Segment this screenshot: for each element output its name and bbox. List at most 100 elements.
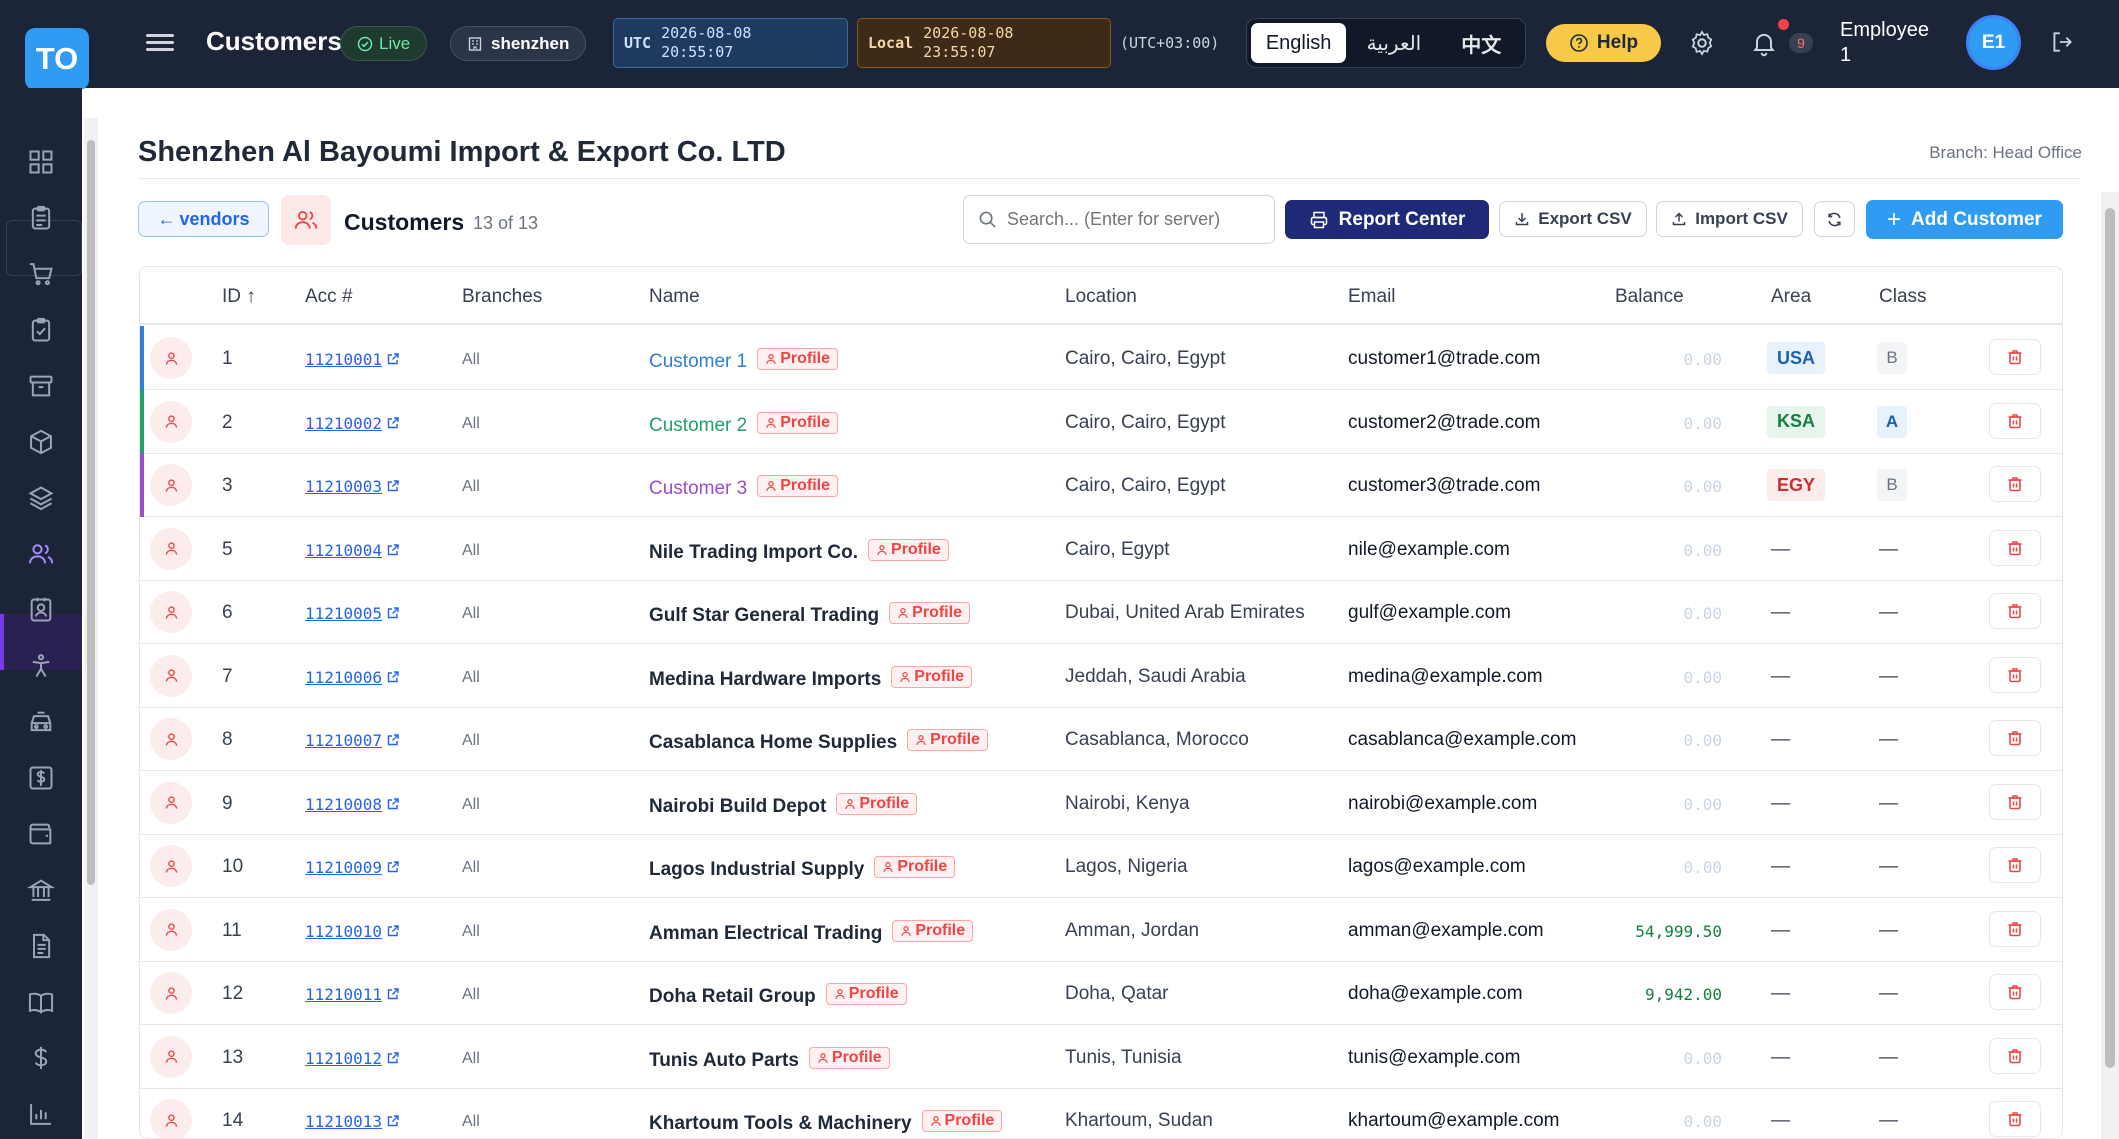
refresh-button[interactable]: [1814, 201, 1855, 237]
archive-icon[interactable]: [20, 365, 62, 407]
table-row[interactable]: 8 11210007 All Casablanca Home Supplies Prof…: [140, 707, 2062, 771]
lang-arabic[interactable]: العربية: [1350, 23, 1437, 63]
main-scroll-thumb[interactable]: [2105, 208, 2115, 1068]
col-location[interactable]: Location: [1065, 286, 1137, 308]
row-avatar[interactable]: [150, 337, 192, 379]
bell-icon[interactable]: [1750, 29, 1778, 57]
add-customer-button[interactable]: + Add Customer: [1866, 200, 2063, 239]
cell-acc-link[interactable]: 11210005: [305, 604, 400, 623]
cell-acc-link[interactable]: 11210010: [305, 922, 400, 941]
gear-icon[interactable]: [1688, 29, 1716, 57]
lang-chinese[interactable]: 中文: [1442, 23, 1521, 63]
col-branches[interactable]: Branches: [462, 286, 542, 308]
branch-selector[interactable]: shenzhen: [450, 26, 587, 61]
dollar-doc-icon[interactable]: [20, 757, 62, 799]
user-name[interactable]: Employee 1: [1840, 18, 1929, 68]
row-avatar[interactable]: [150, 718, 192, 760]
delete-button[interactable]: [1989, 783, 2041, 820]
checklist-icon[interactable]: [20, 309, 62, 351]
customer-name[interactable]: Medina Hardware Imports: [649, 669, 881, 690]
profile-button[interactable]: Profile: [874, 856, 956, 878]
profile-button[interactable]: Profile: [891, 665, 973, 688]
row-avatar[interactable]: [150, 464, 192, 506]
customer-name[interactable]: Customer 3: [649, 478, 747, 499]
book-icon[interactable]: [20, 981, 62, 1023]
table-row[interactable]: 14 11210013 All Khartoum Tools & Machinery P…: [140, 1088, 2062, 1138]
table-row[interactable]: 9 11210008 All Nairobi Build Depot Profile Na…: [140, 771, 2062, 835]
table-row[interactable]: 6 11210005 All Gulf Star General Trading Pro…: [140, 580, 2062, 644]
cell-acc-link[interactable]: 11210009: [305, 858, 400, 877]
customer-name[interactable]: Customer 2: [649, 415, 747, 436]
row-avatar[interactable]: [150, 1099, 192, 1138]
delete-button[interactable]: [1989, 720, 2041, 756]
profile-button[interactable]: Profile: [907, 729, 988, 751]
cell-acc-link[interactable]: 11210003: [305, 477, 400, 496]
logout-icon[interactable]: [2049, 29, 2075, 55]
row-avatar[interactable]: [150, 1035, 192, 1078]
report-center-button[interactable]: Report Center: [1285, 200, 1489, 239]
table-row[interactable]: 11 11210010 All Amman Electrical Trading Pro…: [140, 898, 2062, 962]
table-row[interactable]: 3 11210003 All Customer 3 Profile Cairo, Cair…: [140, 453, 2062, 517]
row-avatar[interactable]: [150, 908, 192, 951]
cart-icon[interactable]: [20, 253, 62, 295]
customer-name[interactable]: Casablanca Home Supplies: [649, 732, 897, 753]
main-scrollbar[interactable]: [2101, 192, 2119, 1139]
vendors-button[interactable]: ← vendors: [138, 201, 269, 237]
cell-acc-link[interactable]: 11210013: [305, 1112, 400, 1131]
export-csv-button[interactable]: Export CSV: [1499, 201, 1647, 237]
customer-name[interactable]: Lagos Industrial Supply: [649, 859, 864, 880]
profile-button[interactable]: Profile: [825, 983, 907, 1005]
row-avatar[interactable]: [150, 591, 192, 633]
row-avatar[interactable]: [150, 845, 192, 887]
row-avatar[interactable]: [150, 527, 192, 570]
contact-card-icon[interactable]: [20, 589, 62, 631]
users-icon[interactable]: [20, 533, 62, 575]
delete-button[interactable]: [1989, 1037, 2041, 1074]
dollar-icon[interactable]: [20, 1037, 62, 1079]
col-acc[interactable]: Acc #: [305, 286, 353, 308]
row-avatar[interactable]: [150, 400, 192, 443]
table-row[interactable]: 1 11210001 All Customer 1 Profile Cairo, Cair…: [140, 326, 2062, 390]
delete-button[interactable]: [1989, 1101, 2041, 1137]
col-area[interactable]: Area: [1771, 286, 1811, 308]
import-csv-button[interactable]: Import CSV: [1656, 201, 1803, 237]
table-row[interactable]: 5 11210004 All Nile Trading Import Co. Profi…: [140, 517, 2062, 581]
vehicle-icon[interactable]: [20, 701, 62, 743]
profile-button[interactable]: Profile: [757, 475, 838, 497]
delete-button[interactable]: [1989, 466, 2041, 502]
avatar[interactable]: E1: [1966, 15, 2021, 70]
cell-acc-link[interactable]: 11210012: [305, 1049, 400, 1068]
customer-name[interactable]: Doha Retail Group: [649, 986, 816, 1007]
profile-button[interactable]: Profile: [889, 602, 970, 624]
delete-button[interactable]: [1989, 847, 2041, 883]
col-balance[interactable]: Balance: [1615, 286, 1684, 308]
delete-button[interactable]: [1989, 656, 2041, 693]
person-icon[interactable]: [20, 645, 62, 687]
customer-name[interactable]: Nairobi Build Depot: [649, 796, 826, 817]
customer-name[interactable]: Gulf Star General Trading: [649, 605, 879, 626]
col-name[interactable]: Name: [649, 286, 700, 308]
cell-acc-link[interactable]: 11210011: [305, 985, 400, 1004]
sidebar-scroll-thumb[interactable]: [87, 140, 95, 885]
dashboard-icon[interactable]: [20, 141, 62, 183]
col-id[interactable]: ID ↑: [222, 286, 256, 308]
profile-button[interactable]: Profile: [757, 348, 838, 370]
table-row[interactable]: 13 11210012 All Tunis Auto Parts Profile Tuni…: [140, 1025, 2062, 1089]
app-logo[interactable]: TO: [25, 28, 89, 90]
delete-button[interactable]: [1989, 974, 2041, 1010]
search-box[interactable]: [963, 195, 1275, 244]
cell-acc-link[interactable]: 11210004: [305, 541, 400, 560]
customer-name[interactable]: Khartoum Tools & Machinery: [649, 1113, 912, 1134]
delete-button[interactable]: [1989, 593, 2041, 629]
cell-acc-link[interactable]: 11210007: [305, 731, 400, 750]
lang-english[interactable]: English: [1251, 23, 1347, 63]
profile-button[interactable]: Profile: [808, 1046, 890, 1069]
row-avatar[interactable]: [150, 654, 192, 697]
layers-icon[interactable]: [20, 477, 62, 519]
table-row[interactable]: 12 11210011 All Doha Retail Group Profile Doh…: [140, 961, 2062, 1025]
delete-button[interactable]: [1989, 402, 2041, 439]
table-row[interactable]: 2 11210002 All Customer 2 Profile Cairo, Cair…: [140, 389, 2062, 454]
table-row[interactable]: 10 11210009 All Lagos Industrial Supply Prof…: [140, 834, 2062, 898]
row-avatar[interactable]: [150, 781, 192, 824]
customer-name[interactable]: Amman Electrical Trading: [649, 923, 882, 944]
